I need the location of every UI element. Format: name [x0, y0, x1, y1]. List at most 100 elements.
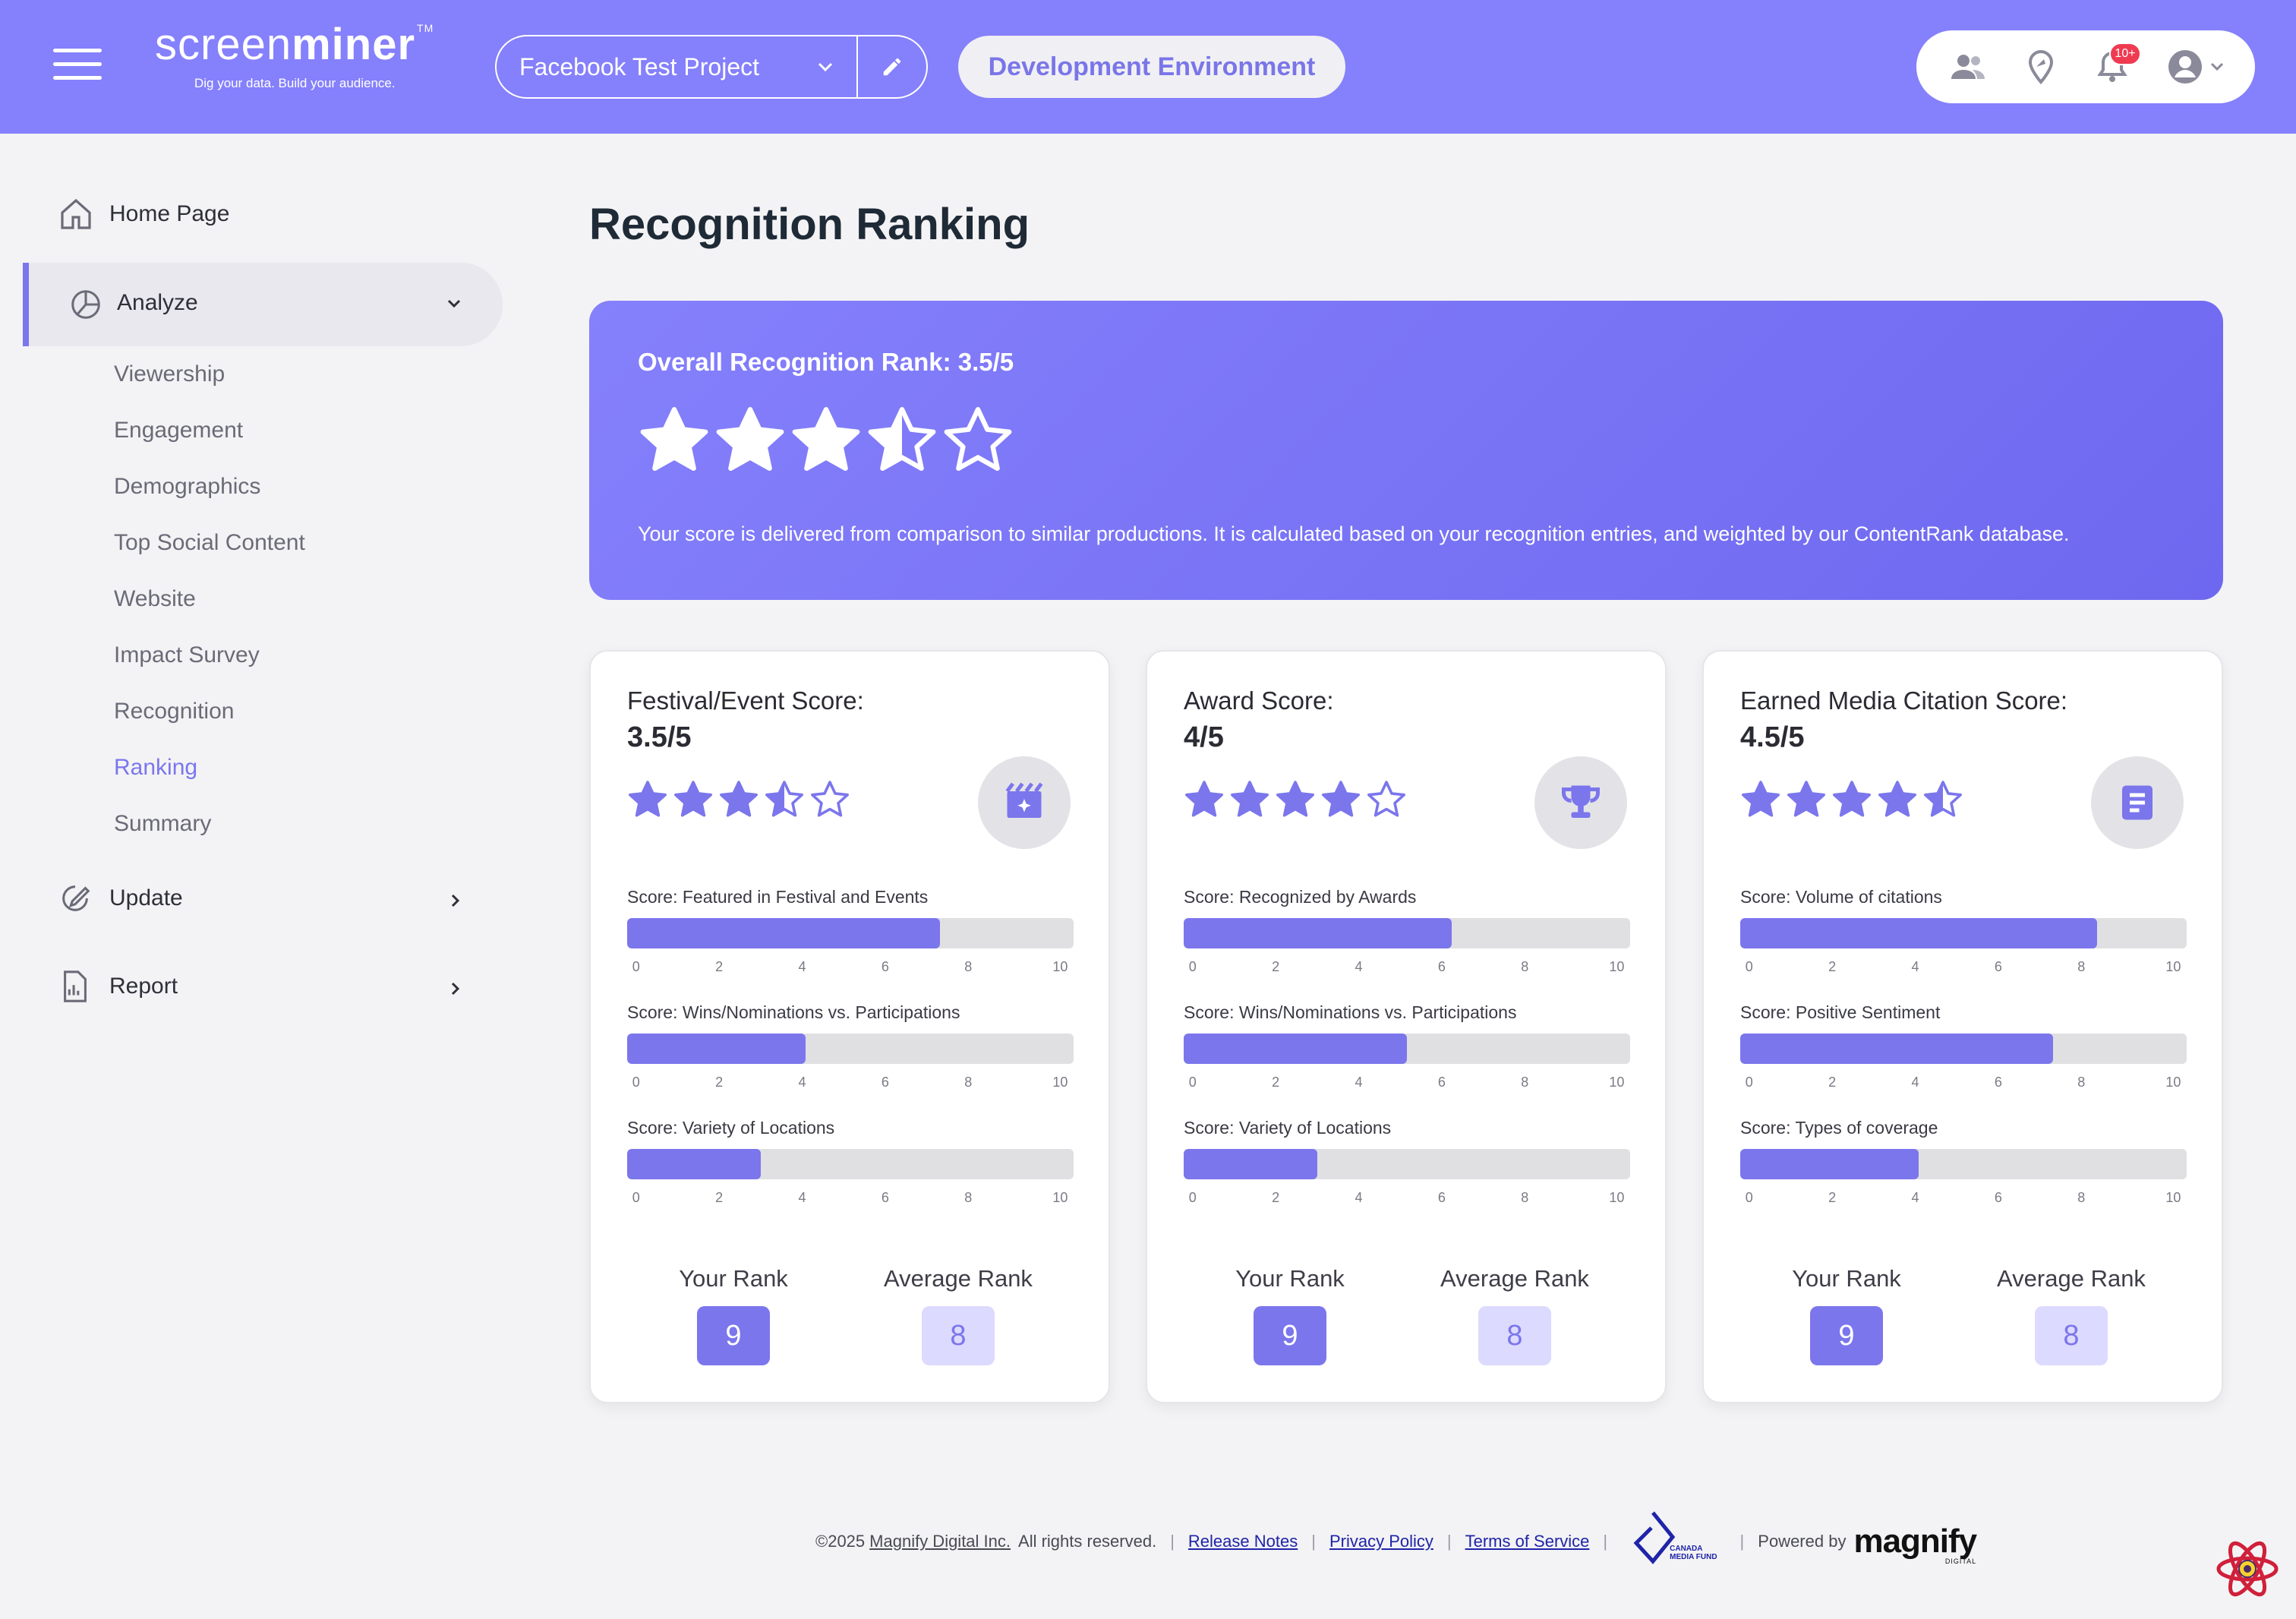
sidebar-subitem-summary[interactable]: Summary	[114, 811, 211, 837]
metric-bar	[1740, 1149, 2187, 1179]
card-title: Earned Media Citation Score:	[1740, 686, 2068, 715]
metric-label: Score: Variety of Locations	[627, 1118, 835, 1138]
edit-project-button[interactable]	[858, 36, 926, 97]
clapperboard-icon	[1005, 782, 1043, 818]
star-filled-icon	[716, 407, 784, 471]
footer-divider: |	[1603, 1532, 1608, 1551]
metric-bar-fill	[627, 918, 940, 948]
scale-tick: 0	[632, 1075, 640, 1090]
scale-tick: 2	[1272, 1190, 1280, 1205]
sidebar-item-label: Update	[109, 885, 183, 910]
score-metric: Score: Volume of citations 0 2 4 6 8 10	[1740, 887, 2187, 977]
star-filled-icon	[640, 407, 708, 471]
react-devtools-icon[interactable]	[2216, 1537, 2279, 1601]
sidebar-subitem-top-social-content[interactable]: Top Social Content	[114, 530, 305, 556]
scale-tick: 6	[881, 1190, 889, 1205]
company-link[interactable]: Magnify Digital Inc.	[869, 1532, 1011, 1551]
star-filled-icon	[1185, 781, 1223, 817]
sidebar-subitem-website[interactable]: Website	[114, 586, 196, 612]
average-rank-label: Average Rank	[884, 1265, 1033, 1292]
sidebar-subitem-viewership[interactable]: Viewership	[114, 361, 225, 387]
star-filled-icon	[1787, 781, 1825, 817]
notification-badge: 10+	[2109, 43, 2141, 65]
sidebar-item-label: Report	[109, 974, 178, 999]
metric-bar	[1740, 1034, 2187, 1064]
sidebar-subitem-ranking[interactable]: Ranking	[114, 755, 197, 781]
canada-media-fund-logo: CANADA MEDIA FUND	[1630, 1510, 1717, 1573]
scale-tick: 2	[715, 1075, 724, 1090]
metric-bar-fill	[1740, 918, 2098, 948]
sidebar-item-home[interactable]: Home Page	[58, 196, 229, 232]
star-filled-icon	[792, 407, 860, 471]
score-metric: Score: Variety of Locations 0 2 4 6 8 10	[1184, 1118, 1630, 1208]
card-star-rating	[1740, 779, 1968, 824]
terms-of-service-link[interactable]: Terms of Service	[1465, 1532, 1590, 1551]
scale-tick: 10	[2165, 1190, 2181, 1205]
card-score-value: 4.5/5	[1740, 721, 1805, 753]
privacy-policy-link[interactable]: Privacy Policy	[1329, 1532, 1433, 1551]
environment-button[interactable]: Development Environment	[958, 36, 1345, 98]
card-title: Festival/Event Score:	[627, 686, 864, 715]
magnify-logo[interactable]: magnify DIGITAL	[1853, 1523, 1977, 1565]
festival-score-card: Festival/Event Score: 3.5/5 Score: Feature…	[589, 650, 1110, 1403]
sidebar-item-update[interactable]: Update	[58, 881, 183, 916]
metric-label: Score: Wins/Nominations vs. Participatio…	[1184, 1002, 1517, 1022]
sidebar-item-report[interactable]: Report	[58, 969, 178, 1004]
page-title: Recognition Ranking	[589, 200, 1030, 249]
sidebar-subitem-demographics[interactable]: Demographics	[114, 474, 260, 500]
scale-tick: 8	[964, 1190, 973, 1205]
project-selector[interactable]: Facebook Test Project	[495, 35, 928, 99]
scale-tick: 6	[1437, 1075, 1446, 1090]
metric-bar-fill	[627, 1149, 762, 1179]
card-category-badge	[1534, 756, 1627, 849]
metric-bar	[1740, 918, 2187, 948]
average-rank-value: 8	[922, 1306, 995, 1365]
chevron-down-icon[interactable]	[2208, 58, 2226, 76]
header-tools	[1916, 30, 2255, 103]
chevron-right-icon[interactable]	[446, 980, 465, 998]
metric-scale: 0 2 4 6 8 10	[1184, 1075, 1630, 1093]
sidebar-subitem-impact-survey[interactable]: Impact Survey	[114, 642, 260, 668]
scale-tick: 0	[1745, 959, 1753, 974]
release-notes-link[interactable]: Release Notes	[1188, 1532, 1298, 1551]
scale-tick: 6	[1437, 959, 1446, 974]
star-empty-icon	[944, 407, 1012, 471]
user-avatar-icon[interactable]	[2167, 49, 2203, 85]
metric-bar	[1184, 1034, 1630, 1064]
scale-tick: 8	[2077, 1190, 2086, 1205]
scale-tick: 4	[798, 1075, 806, 1090]
scale-tick: 0	[1188, 1190, 1197, 1205]
sidebar-item-analyze[interactable]: Analyze	[23, 263, 503, 346]
card-score-value: 4/5	[1184, 721, 1224, 753]
sidebar-subitem-recognition[interactable]: Recognition	[114, 699, 234, 724]
users-icon[interactable]	[1950, 49, 1986, 85]
metric-scale: 0 2 4 6 8 10	[1740, 1075, 2187, 1093]
app-logo[interactable]: screenminer TM Dig your data. Build your …	[155, 20, 434, 91]
metric-bar	[627, 1034, 1074, 1064]
chevron-down-icon	[447, 299, 461, 308]
average-rank-value: 8	[2035, 1306, 2108, 1365]
scale-tick: 0	[1188, 1075, 1197, 1090]
your-rank-label: Your Rank	[1792, 1265, 1901, 1292]
sidebar-subitem-engagement[interactable]: Engagement	[114, 418, 243, 443]
scale-tick: 2	[715, 959, 724, 974]
scale-tick: 4	[1911, 959, 1919, 974]
average-rank: Average Rank 8	[1424, 1265, 1606, 1365]
logo-suffix: miner	[292, 20, 416, 69]
chevron-right-icon[interactable]	[446, 892, 465, 910]
location-pin-icon[interactable]	[2023, 49, 2059, 85]
score-metric: Score: Wins/Nominations vs. Participatio…	[627, 1002, 1074, 1093]
metric-bar-fill	[627, 1034, 806, 1064]
footer-copyright: ©2025	[815, 1532, 866, 1551]
scale-tick: 6	[1994, 1075, 2002, 1090]
home-icon	[61, 198, 91, 229]
scale-tick: 8	[2077, 1075, 2086, 1090]
card-score-value: 3.5/5	[627, 721, 692, 753]
project-name: Facebook Test Project	[519, 52, 760, 80]
metric-bar-fill	[1740, 1034, 2053, 1064]
star-half-icon	[868, 407, 936, 471]
star-filled-icon	[629, 781, 667, 817]
award-score-card: Award Score: 4/5 Score: Recognized by Awar…	[1146, 650, 1667, 1403]
star-empty-icon	[1367, 781, 1405, 817]
menu-icon[interactable]	[53, 49, 102, 80]
